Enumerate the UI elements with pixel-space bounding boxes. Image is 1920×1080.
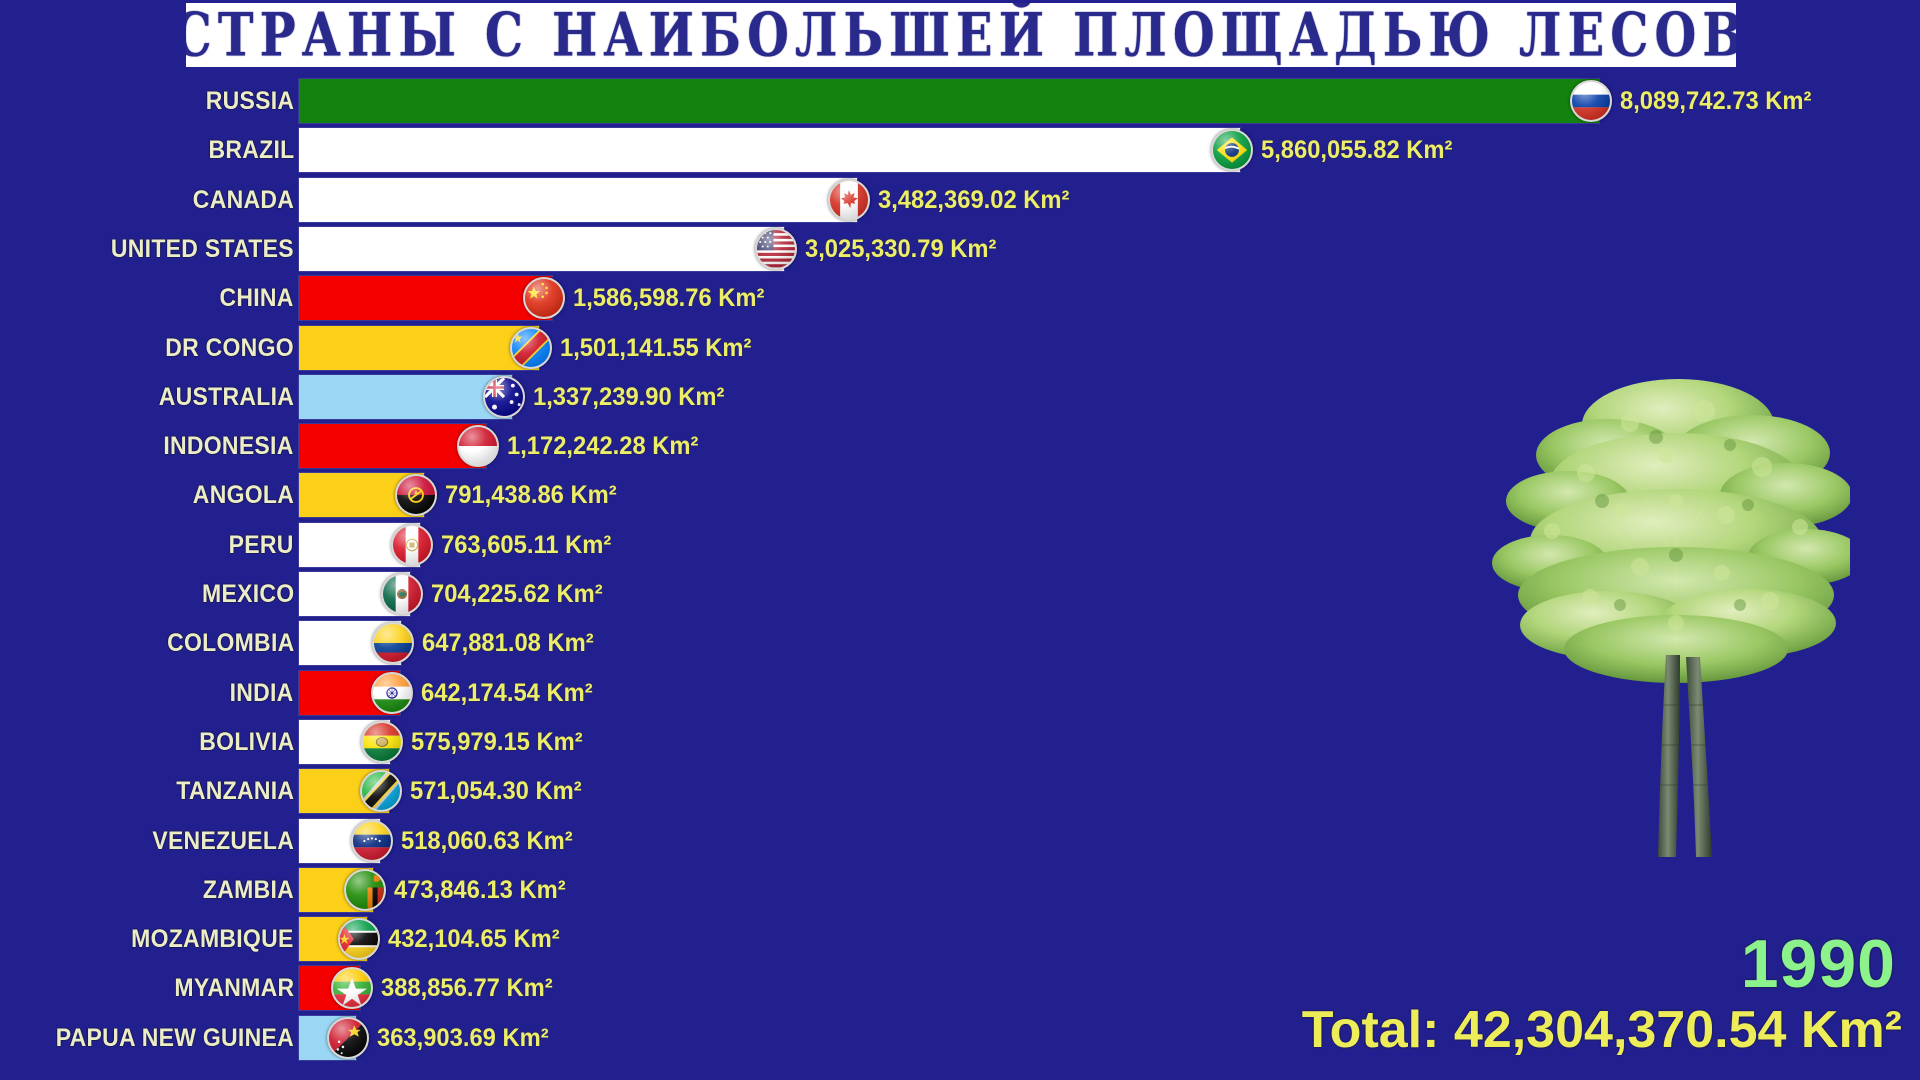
country-label: ZAMBIA [202,875,294,904]
flag-icon-russia [1570,80,1612,122]
value-bar [298,78,1600,124]
country-label: RUSSIA [205,87,294,115]
value-label: 473,846.13 Km² [394,875,566,904]
value-label: 642,174.54 Km² [421,678,593,707]
bar-row: INDIA 642,174.54 Km² [0,669,1920,716]
value-label: 3,025,330.79 Km² [804,234,997,263]
value-label: 1,501,141.55 Km² [559,333,752,362]
bar-row: UNITED STATES 3,025,330.79 Km² [0,225,1920,272]
country-label: MOZAMBIQUE [131,925,294,954]
flag-icon-mexico [381,573,424,615]
bar-row: MEXICO 704,225.62 Km² [0,571,1920,617]
country-label: MYANMAR [174,974,294,1003]
value-label: 704,225.62 Km² [431,580,603,608]
flag-icon-venezuela [351,819,394,862]
bar-row: TANZANIA 571,054.30 Km² [0,768,1920,815]
bar-rows-container: RUSSIA 8,089,742.73 Km² BRAZIL 5,860,055.82… [0,72,1920,1080]
value-label: 3,482,369.02 Km² [878,185,1070,214]
country-label: DR CONGO [165,333,294,362]
value-label: 5,860,055.82 Km² [1261,136,1453,165]
title-banner: СТРАНЫ С НАИБОЛЬШЕЙ ПЛОЩАДЬЮ ЛЕСОВ [186,3,1736,67]
flag-icon-zambia [344,868,387,911]
bar-row: AUSTRALIA 1,337,239.90 Km² [0,373,1920,420]
value-label: 575,979.15 Km² [410,727,583,756]
value-label: 1,172,242.28 Km² [506,432,699,461]
flag-icon-mozambique [337,918,380,961]
value-label: 432,104.65 Km² [387,925,560,954]
country-label: BOLIVIA [198,727,294,756]
bar-row: BRAZIL 5,860,055.82 Km² [0,127,1920,174]
bar-row: ZAMBIA 473,846.13 Km² [0,866,1920,913]
bar-row: ANGOLA 791,438.86 Km² [0,472,1920,519]
country-label: UNITED STATES [111,234,294,263]
value-label: 388,856.77 Km² [380,974,553,1003]
bar-row: PERU 763,605.11 Km² [0,521,1920,568]
country-label: BRAZIL [208,136,294,165]
country-label: MEXICO [201,580,294,608]
bar-row: RUSSIA 8,089,742.73 Km² [0,78,1920,124]
value-label: 1,337,239.90 Km² [533,382,725,411]
flag-icon-bolivia [360,720,403,763]
country-label: INDIA [230,678,294,707]
country-label: CANADA [192,185,294,214]
chart-race-canvas: СТРАНЫ С НАИБОЛЬШЕЙ ПЛОЩАДЬЮ ЛЕСОВ RUSSI… [0,0,1920,1080]
flag-icon-indonesia [456,425,499,468]
value-label: 363,903.69 Km² [376,1023,549,1052]
value-bar [298,324,540,371]
flag-icon-angola [395,474,438,517]
country-label: ANGOLA [192,481,294,510]
flag-icon-peru [390,523,433,566]
value-bar [298,275,554,322]
total-readout: Total: 42,304,370.54 Km² [1301,1001,1902,1059]
value-bar [298,373,514,420]
flag-icon-china [523,277,566,320]
bar-row: MOZAMBIQUE 432,104.65 Km² [0,916,1920,963]
year-readout: 1990 [1740,926,1896,1002]
bar-row: VENEZUELA 518,060.63 Km² [0,817,1920,864]
country-label: VENEZUELA [152,826,294,855]
flag-icon-colombia [372,622,415,665]
value-label: 1,586,598.76 Km² [573,284,765,313]
bar-row: BOLIVIA 575,979.15 Km² [0,718,1920,765]
value-label: 8,089,742.73 Km² [1620,87,1812,115]
country-label: CHINA [219,284,294,313]
flag-icon-dr-congo [509,326,552,369]
flag-icon-tanzania [359,770,402,813]
value-bar [298,225,785,272]
bar-row: COLOMBIA 647,881.08 Km² [0,620,1920,667]
country-label: PERU [228,530,294,559]
value-label: 518,060.63 Km² [401,826,574,855]
flag-icon-india [371,671,414,714]
country-label: COLOMBIA [166,629,294,658]
value-label: 647,881.08 Km² [422,629,594,658]
value-bar [298,127,1242,174]
value-label: 763,605.11 Km² [440,530,612,559]
value-label: 791,438.86 Km² [445,481,618,510]
country-label: PAPUA NEW GUINEA [55,1023,294,1052]
bar-row: INDONESIA 1,172,242.28 Km² [0,423,1920,470]
country-label: INDONESIA [163,432,294,461]
page-title: СТРАНЫ С НАИБОЛЬШЕЙ ПЛОЩАДЬЮ ЛЕСОВ [186,3,1736,67]
bar-row: CHINA 1,586,598.76 Km² [0,275,1920,322]
flag-icon-myanmar [330,967,373,1010]
flag-icon-australia [483,375,526,418]
bar-row: CANADA 3,482,369.02 Km² [0,176,1920,223]
value-bar [298,176,859,223]
flag-icon-canada [828,178,871,221]
flag-icon-united-states [754,227,797,270]
bar-row: DR CONGO 1,501,141.55 Km² [0,324,1920,371]
flag-icon-brazil [1211,129,1254,172]
value-label: 571,054.30 Km² [409,777,582,806]
country-label: TANZANIA [175,777,294,806]
flag-icon-papua-new-guinea [326,1016,369,1059]
country-label: AUSTRALIA [158,382,294,411]
